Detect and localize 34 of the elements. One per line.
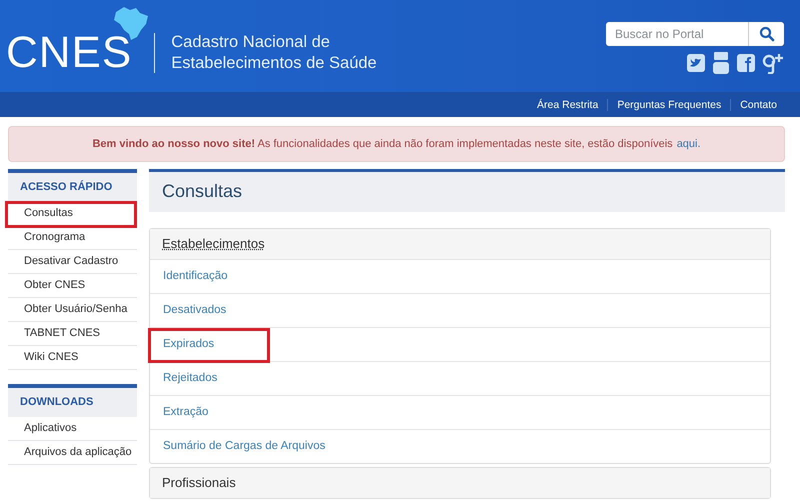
- accordion-header[interactable]: Profissionais: [150, 468, 770, 498]
- sidebar-link[interactable]: Obter CNES: [24, 278, 135, 293]
- social-icon[interactable]: [737, 54, 755, 72]
- nav-link[interactable]: Perguntas Frequentes: [607, 98, 730, 110]
- sidebar-link[interactable]: Aplicativos: [24, 421, 135, 436]
- sidebar-link[interactable]: Arquivos da aplicação: [24, 445, 135, 460]
- list-link[interactable]: Identificação: [163, 269, 757, 284]
- alert-link[interactable]: aqui.: [676, 138, 701, 150]
- list-link[interactable]: Sumário de Cargas de Arquivos: [163, 439, 757, 454]
- nav-link[interactable]: Área Restrita: [528, 98, 608, 110]
- list-link[interactable]: Rejeitados: [163, 371, 757, 386]
- site-logo[interactable]: CNES: [6, 28, 132, 78]
- list-link[interactable]: Expirados: [163, 337, 757, 352]
- sidebar-link[interactable]: Obter Usuário/Senha: [24, 302, 135, 317]
- search-button[interactable]: [748, 22, 784, 46]
- sidebar-link[interactable]: Desativar Cadastro: [24, 254, 135, 269]
- sidebar-link[interactable]: TABNET CNES: [24, 326, 135, 341]
- sidebar-link[interactable]: Wiki CNES: [24, 350, 135, 365]
- sidebar-heading: ACESSO RÁPIDO: [8, 169, 137, 202]
- site-title: Cadastro Nacional de: [171, 32, 331, 53]
- accordion-header[interactable]: Estabelecimentos: [150, 229, 770, 260]
- site-title: Estabelecimentos de Saúde: [171, 53, 377, 74]
- bird-icon[interactable]: [687, 54, 705, 72]
- alert-message: Bem vindo ao nosso novo site! As funcionalidades que ainda não foram implementadas neste site, estão disponíveis: [92, 138, 673, 150]
- sidebar-link[interactable]: Consultas: [24, 206, 135, 221]
- sidebar-heading: DOWNLOADS: [8, 384, 137, 417]
- search-icon: [758, 26, 774, 42]
- sidebar-link[interactable]: Cronograma: [24, 230, 135, 245]
- page-title: Consultas: [149, 169, 785, 212]
- plus-icon[interactable]: [762, 52, 784, 74]
- list-link[interactable]: Extração: [163, 405, 757, 420]
- nav-link[interactable]: Contato: [730, 98, 786, 110]
- list-link[interactable]: Desativados: [163, 303, 757, 318]
- search-field[interactable]: Buscar no Portal: [606, 22, 748, 46]
